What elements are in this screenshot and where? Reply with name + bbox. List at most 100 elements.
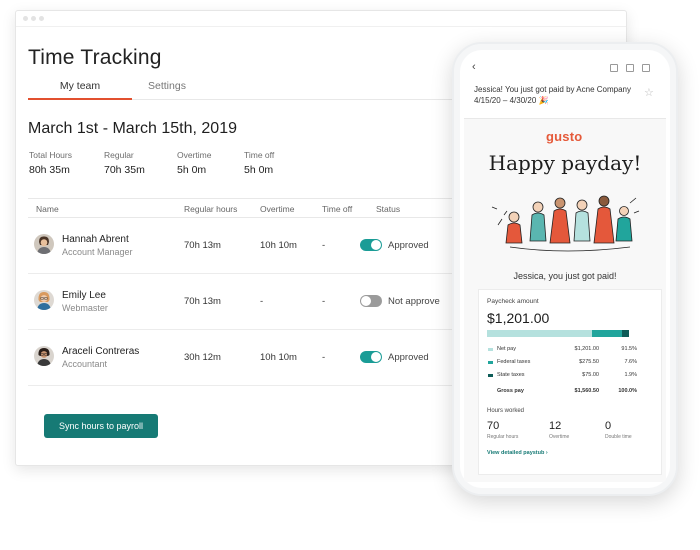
tab-settings[interactable]: Settings [148,80,208,92]
star-icon[interactable]: ☆ [644,86,654,99]
overtime-cell: 10h 10m [260,352,297,363]
breakdown-label: Gross pay [497,388,524,394]
regular-hours-cell: 70h 13m [184,296,221,307]
time-off-cell: - [322,296,326,307]
time-off-cell: - [322,352,326,363]
breakdown-percent: 1.9% [624,372,637,378]
breakdown-amount: $75.00 [582,372,599,378]
employee-role: Account Manager [62,247,133,257]
legend-swatch [488,348,493,351]
phone-mockup: ‹ Jessica! You just got paid by Acne Com… [452,42,678,496]
stat-regular: Regular 70h 35m [104,150,184,176]
overtime-cell: 10h 10m [260,240,297,251]
toggle-knob [361,296,371,306]
avatar [34,346,54,366]
hours-value: 12 [549,420,562,432]
legend-swatch [488,374,493,377]
regular-hours-cell: 70h 13m [184,240,221,251]
employee-name: Emily Lee [62,290,106,301]
email-toolbar: ‹ [464,58,666,78]
tab-my-team[interactable]: My team [28,80,132,100]
breakdown-label: Net pay [497,346,516,352]
breakdown-row: Net pay $1,201.00 91.5% [487,346,637,356]
hours-item: 0 Double time [605,420,655,440]
avatar [34,290,54,310]
column-header-name[interactable]: Name [36,204,59,214]
page-title: Time Tracking [28,46,162,69]
avatar [34,234,54,254]
hours-type: Regular hours [487,434,519,440]
happy-payday-headline: Happy payday! [488,151,642,175]
column-header-regular-hours[interactable]: Regular hours [184,204,237,214]
stat-value: 5h 0m [244,164,274,176]
breakdown-row: State taxes $75.00 1.9% [487,372,637,382]
download-icon[interactable] [610,64,618,72]
mail-icon[interactable] [642,64,650,72]
breakdown-amount: $1,560.50 [574,388,599,394]
stat-total-hours: Total Hours 80h 35m [29,150,109,176]
email-subject: Jessica! You just got paid by Acne Compa… [474,85,631,105]
employee-role: Accountant [62,359,108,369]
paycheck-breakdown-bar [487,330,629,337]
column-header-overtime[interactable]: Overtime [260,204,294,214]
stat-time-off: Time off 5h 0m [244,150,324,176]
toggle-knob [371,352,381,362]
stat-value: 70h 35m [104,164,145,176]
paid-greeting: Jessica, you just got paid! [513,271,617,281]
hours-type: Overtime [549,434,570,440]
gusto-logo: gusto [546,129,583,144]
column-header-time-off[interactable]: Time off [322,204,352,214]
breakdown-label: Federal taxes [497,359,531,365]
hours-worked-label: Hours worked [487,408,525,414]
window-dot [23,16,28,21]
paycheck-label: Paycheck amount [487,298,539,305]
window-title-bar [16,11,626,27]
net-pay-segment [487,330,592,337]
federal-taxes-segment [592,330,622,337]
hours-type: Double time [605,434,632,440]
view-paystub-link[interactable]: View detailed paystub › [487,450,548,456]
approval-toggle[interactable] [360,295,382,307]
employee-name: Hannah Abrent [62,234,129,245]
status-label: Not approve [388,296,440,307]
email-screen: ‹ Jessica! You just got paid by Acne Com… [464,58,666,482]
window-dot [39,16,44,21]
breakdown-percent: 7.6% [624,359,637,365]
overtime-cell: - [260,296,264,307]
status-label: Approved [388,352,429,363]
trash-icon[interactable] [626,64,634,72]
approval-toggle[interactable] [360,351,382,363]
status-label: Approved [388,240,429,251]
window-dot [31,16,36,21]
legend-swatch [488,361,493,364]
approval-toggle[interactable] [360,239,382,251]
breakdown-amount: $1,201.00 [574,346,599,352]
hours-value: 70 [487,420,500,432]
stat-label: Total Hours [29,150,72,160]
column-header-status[interactable]: Status [376,204,400,214]
paycheck-amount: $1,201.00 [487,310,550,326]
email-body: gusto Happy payday! Jessica, you just go… [464,119,666,482]
hours-item: 12 Overtime [549,420,599,440]
pay-period-title: March 1st - March 15th, 2019 [28,120,237,137]
employee-name: Araceli Contreras [62,346,140,357]
stat-label: Regular [104,150,134,160]
hours-value: 0 [605,420,612,432]
state-taxes-segment [622,330,629,337]
breakdown-percent: 100.0% [618,388,637,394]
chevron-left-icon[interactable]: ‹ [472,61,476,73]
employee-role: Webmaster [62,303,108,313]
breakdown-amount: $275.50 [579,359,599,365]
hours-item: 70 Regular hours [487,420,537,440]
paycheck-card: Paycheck amount $1,201.00 Net pay $1,201… [478,289,662,475]
regular-hours-cell: 30h 12m [184,352,221,363]
breakdown-label: State taxes [497,372,525,378]
sync-hours-to-payroll-button[interactable]: Sync hours to payroll [44,414,158,438]
time-off-cell: - [322,240,326,251]
gross-pay-row: Gross pay $1,560.50 100.0% [487,388,637,398]
stat-value: 80h 35m [29,164,70,176]
toggle-knob [371,240,381,250]
breakdown-percent: 91.5% [621,346,637,352]
breakdown-row: Federal taxes $275.50 7.6% [487,359,637,369]
celebration-illustration [491,195,640,252]
